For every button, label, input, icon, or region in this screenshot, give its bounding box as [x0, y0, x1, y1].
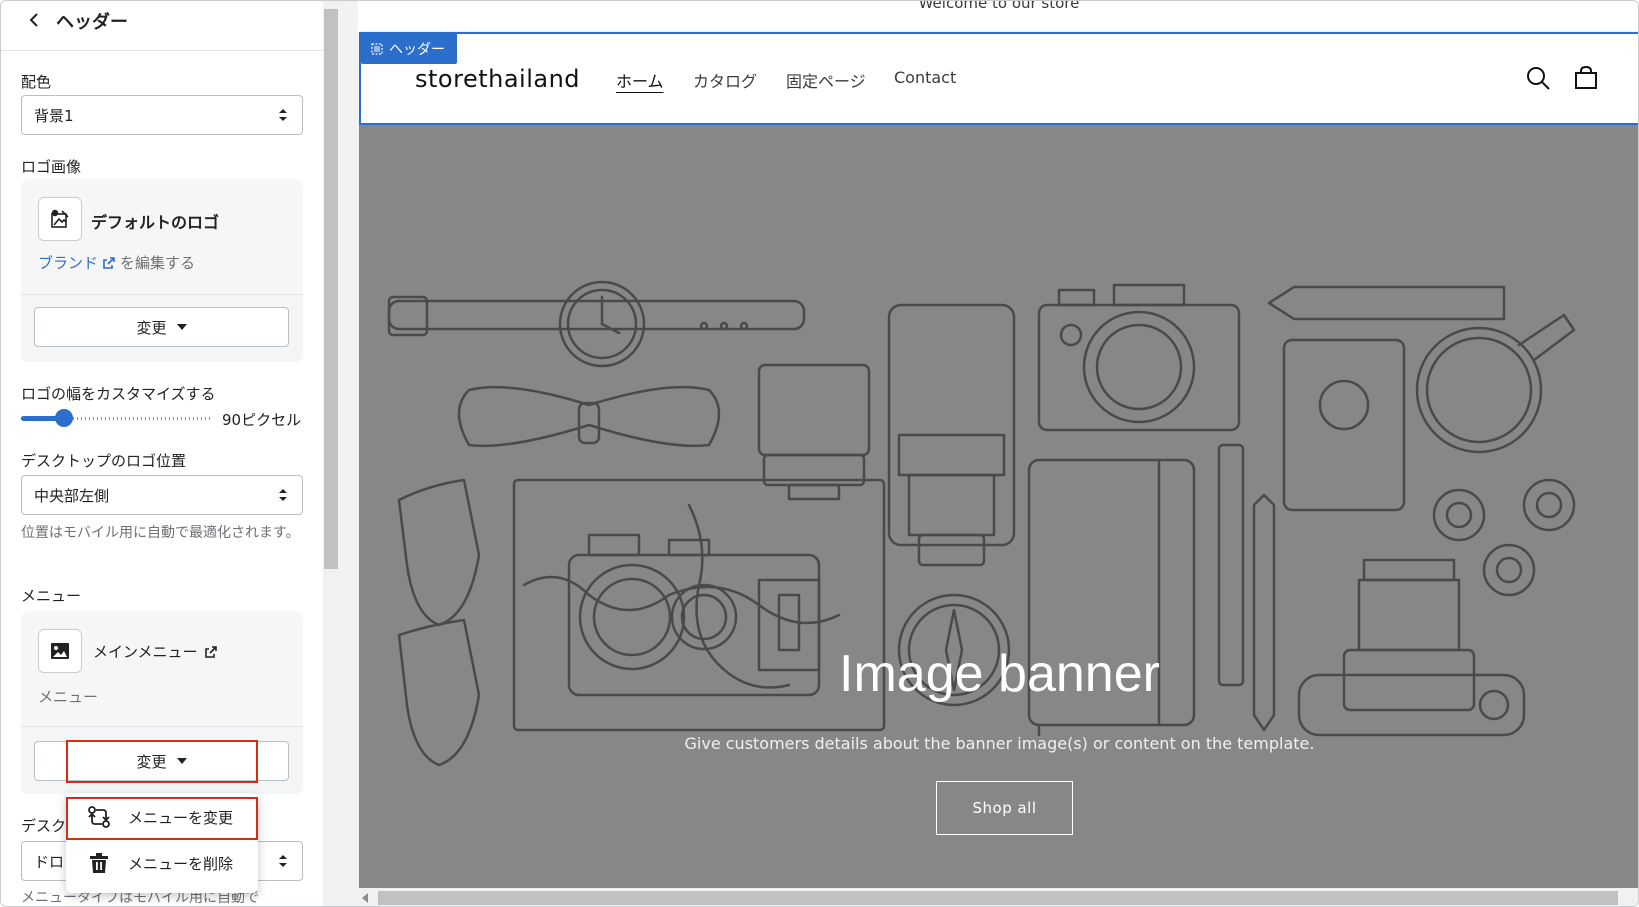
trash-icon — [90, 853, 108, 873]
preview-scrollbar-thumb[interactable] — [378, 891, 1618, 905]
logo-name: デフォルトのロゴ — [91, 213, 220, 232]
shop-all-button[interactable]: Shop all — [936, 781, 1073, 835]
brand-suffix: を編集する — [120, 254, 196, 272]
desktop-logo-position-value: 中央部左側 — [34, 486, 110, 505]
header-section-tag: ヘッダー — [361, 33, 457, 64]
select-arrows-icon — [279, 489, 287, 501]
banner-illustration — [387, 280, 1576, 767]
menu-name-link[interactable]: メインメニュー — [93, 641, 198, 662]
search-icon[interactable] — [1525, 65, 1551, 91]
settings-sidebar: ヘッダー 配色 背景1 ロゴ画像 デフォルトのロゴ ブランド を編集する 変更 … — [1, 1, 323, 906]
theme-preview: Welcome to our store ヘッダー storethailand … — [358, 1, 1638, 906]
select-arrows-icon — [279, 109, 287, 121]
drag-handle-icon — [371, 42, 383, 55]
highlight-change-button — [66, 740, 258, 783]
nav-pages[interactable]: 固定ページ — [786, 68, 866, 92]
app-window: ヘッダー 配色 背景1 ロゴ画像 デフォルトのロゴ ブランド を編集する 変更 … — [0, 0, 1639, 907]
external-link-icon — [103, 256, 115, 269]
logo-width-label: ロゴの幅をカスタマイズする — [21, 385, 216, 403]
header-tag-label: ヘッダー — [389, 41, 445, 58]
logo-change-button[interactable]: 変更 — [34, 307, 289, 347]
menu-thumbnail — [38, 629, 82, 673]
sidebar-header: ヘッダー — [1, 1, 323, 51]
menu-subtitle: メニュー — [38, 688, 99, 706]
store-logo-text[interactable]: storethailand — [415, 65, 580, 93]
announcement-text: Welcome to our store — [918, 1, 1080, 12]
desktop-logo-position-help: 位置はモバイル用に自動で最適化されます。 — [21, 525, 300, 541]
image-placeholder-icon — [51, 209, 69, 228]
desktop-logo-position-label: デスクトップのロゴ位置 — [21, 452, 187, 470]
brand-link[interactable]: ブランド — [38, 252, 98, 273]
desktop-menu-type-value: ドロ — [34, 852, 65, 871]
nav-home[interactable]: ホーム — [616, 68, 664, 92]
logo-image-card: デフォルトのロゴ ブランド を編集する 変更 — [21, 179, 303, 362]
logo-thumbnail[interactable] — [38, 197, 82, 241]
select-arrows-icon — [279, 855, 287, 867]
color-scheme-label: 配色 — [21, 73, 52, 91]
sidebar-scrollbar-thumb[interactable] — [324, 9, 338, 569]
image-banner: Image banner Give customers details abou… — [359, 125, 1638, 888]
banner-text: Give customers details about the banner … — [684, 734, 1315, 753]
highlight-change-menu-option — [66, 797, 258, 840]
chevron-left-icon — [29, 13, 38, 27]
logo-width-value: 90ピクセル — [222, 411, 302, 429]
logo-width-slider-handle[interactable] — [55, 409, 73, 427]
logo-image-label: ロゴ画像 — [21, 158, 82, 176]
delete-menu-option[interactable]: メニューを削除 — [66, 842, 258, 884]
cart-icon[interactable] — [1573, 65, 1599, 91]
caret-down-icon — [176, 324, 187, 330]
desktop-menu-type-label: デスク — [21, 817, 67, 835]
external-link-icon — [204, 645, 217, 658]
preview-horizontal-scrollbar[interactable] — [358, 888, 1638, 906]
nav-catalog[interactable]: カタログ — [693, 68, 757, 92]
back-button[interactable] — [23, 9, 45, 31]
color-scheme-select[interactable]: 背景1 — [21, 95, 303, 135]
color-scheme-value: 背景1 — [34, 106, 74, 125]
banner-title: Image banner — [839, 645, 1160, 703]
menu-label: メニュー — [21, 587, 82, 605]
image-icon — [51, 643, 69, 659]
announcement-bar: Welcome to our store — [358, 1, 1638, 31]
logo-change-label: 変更 — [136, 318, 167, 337]
nav-contact[interactable]: Contact — [894, 68, 956, 87]
sidebar-title: ヘッダー — [56, 12, 128, 33]
desktop-logo-position-select[interactable]: 中央部左側 — [21, 475, 303, 515]
sidebar-scrollbar[interactable] — [323, 1, 339, 906]
scroll-left-arrow-icon[interactable] — [362, 893, 368, 903]
delete-menu-label: メニューを削除 — [128, 854, 234, 873]
